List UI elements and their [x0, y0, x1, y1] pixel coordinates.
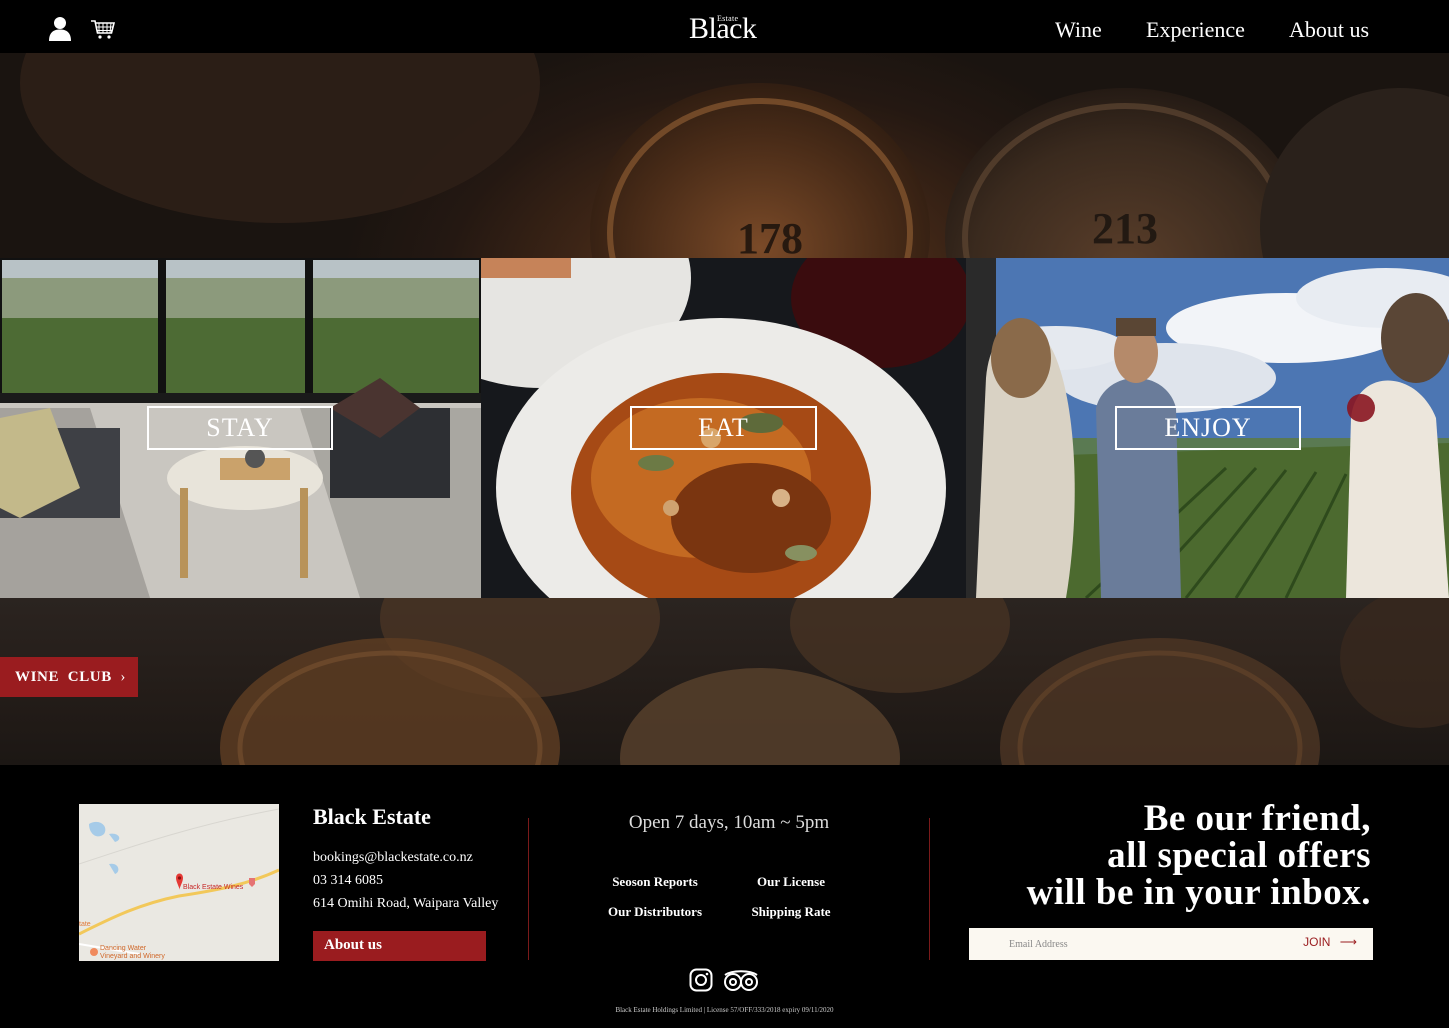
map-place-label-1: Dancing Water — [100, 945, 147, 952]
join-label: JOIN — [1303, 935, 1331, 949]
estate-name: Black Estate — [313, 804, 431, 829]
newsletter-form: JOIN ⟶ — [969, 928, 1373, 960]
enjoy-label[interactable]: ENJOY — [1115, 406, 1301, 450]
link-shipping-rate[interactable]: Shipping Rate — [721, 904, 861, 920]
logo-black-text: Black — [689, 12, 757, 45]
user-icon[interactable] — [48, 16, 74, 42]
eat-label[interactable]: EAT — [630, 406, 817, 450]
panel-eat[interactable]: EAT — [481, 258, 966, 598]
opening-hours: Open 7 days, 10am ~ 5pm — [628, 812, 830, 833]
link-our-license[interactable]: Our License — [721, 874, 861, 890]
wine-club-label: WINE CLUB — [15, 669, 112, 685]
logo[interactable]: Estate Black — [689, 8, 761, 48]
instagram-icon[interactable] — [689, 968, 713, 992]
wine-club-button[interactable]: WINE CLUB › — [0, 657, 138, 697]
link-season-reports[interactable]: Seoson Reports — [585, 874, 725, 890]
map-place-label-left: tate — [79, 921, 91, 928]
link-our-distributors[interactable]: Our Distributors — [585, 904, 725, 920]
hero-barrels-bottom — [0, 598, 1449, 765]
nav-about-us[interactable]: About us — [1289, 16, 1369, 44]
nav-wine[interactable]: Wine — [1055, 16, 1102, 44]
tripadvisor-icon[interactable] — [722, 968, 760, 992]
newsletter-promo: Be our friend, all special offers will b… — [1027, 800, 1371, 911]
hero-barrels-top: 178 213 — [0, 53, 1449, 258]
promo-line-1: Be our friend, — [1143, 798, 1371, 839]
promo-line-3: will be in your inbox. — [1026, 872, 1371, 913]
about-us-button[interactable]: About us — [313, 931, 486, 961]
barrel-number-213: 213 — [1092, 204, 1158, 253]
chevron-right-icon: › — [120, 669, 126, 685]
divider-right — [929, 818, 930, 960]
stay-label[interactable]: STAY — [147, 406, 333, 450]
location-map[interactable]: Black Estate Wines tate Dancing Water Vi… — [79, 804, 279, 961]
legal-notice: Black Estate Holdings Limited | License … — [615, 1006, 834, 1014]
cart-icon[interactable] — [90, 18, 116, 44]
barrel-number-178: 178 — [737, 214, 803, 258]
estate-address: 614 Omihi Road, Waipara Valley — [313, 896, 499, 911]
map-pin-label: Black Estate Wines — [183, 884, 244, 891]
panel-enjoy[interactable]: ENJOY — [966, 258, 1449, 598]
panel-stay[interactable]: STAY — [0, 258, 481, 598]
estate-email[interactable]: bookings@blackestate.co.nz — [313, 850, 473, 866]
email-field[interactable] — [1009, 928, 1289, 960]
divider-left — [528, 818, 529, 960]
site-footer: Black Estate Wines tate Dancing Water Vi… — [0, 765, 1449, 1028]
join-button[interactable]: JOIN ⟶ — [1303, 935, 1357, 949]
nav-experience[interactable]: Experience — [1146, 16, 1245, 44]
arrow-right-icon: ⟶ — [1339, 935, 1357, 949]
promo-line-2: all special offers — [1107, 835, 1371, 876]
estate-phone[interactable]: 03 314 6085 — [313, 873, 383, 889]
map-place-label-2: Vineyard and Winery — [100, 953, 165, 960]
site-header: Estate Black Wine Experience About us — [0, 0, 1449, 53]
